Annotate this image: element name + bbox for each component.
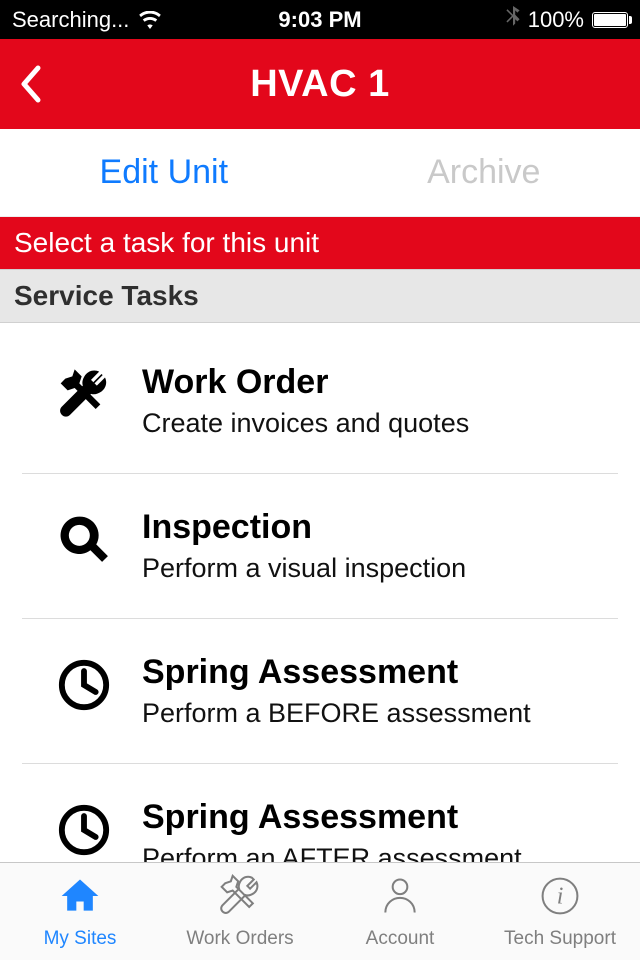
home-icon bbox=[58, 874, 102, 924]
clock-icon bbox=[52, 653, 116, 717]
clock-icon bbox=[52, 798, 116, 862]
task-row-spring-before[interactable]: Spring Assessment Perform a BEFORE asses… bbox=[22, 619, 618, 764]
task-row-work-order[interactable]: Work Order Create invoices and quotes bbox=[22, 323, 618, 474]
task-list: Work Order Create invoices and quotes In… bbox=[0, 323, 640, 862]
tab-label: Tech Support bbox=[504, 928, 616, 950]
tools-icon bbox=[52, 363, 116, 427]
tab-label: Account bbox=[366, 928, 435, 950]
nav-header: HVAC 1 bbox=[0, 39, 640, 129]
task-row-inspection[interactable]: Inspection Perform a visual inspection bbox=[22, 474, 618, 619]
status-time: 9:03 PM bbox=[0, 7, 640, 33]
task-title: Spring Assessment bbox=[142, 798, 596, 837]
task-title: Inspection bbox=[142, 508, 596, 547]
task-subtitle: Create invoices and quotes bbox=[142, 408, 596, 439]
page-title: HVAC 1 bbox=[0, 63, 640, 106]
battery-icon bbox=[592, 12, 628, 28]
task-row-spring-after[interactable]: Spring Assessment Perform an AFTER asses… bbox=[22, 764, 618, 862]
tab-account[interactable]: Account bbox=[320, 863, 480, 960]
tab-label: Work Orders bbox=[186, 928, 293, 950]
info-icon: i bbox=[538, 874, 582, 924]
tab-label: My Sites bbox=[44, 928, 117, 950]
search-icon bbox=[52, 508, 116, 572]
task-subtitle: Perform an AFTER assessment bbox=[142, 843, 596, 862]
tab-my-sites[interactable]: My Sites bbox=[0, 863, 160, 960]
svg-text:i: i bbox=[557, 883, 564, 909]
instruction-banner: Select a task for this unit bbox=[0, 217, 640, 269]
bluetooth-icon bbox=[506, 6, 520, 34]
task-subtitle: Perform a visual inspection bbox=[142, 553, 596, 584]
action-row: Edit Unit Archive bbox=[0, 129, 640, 217]
task-subtitle: Perform a BEFORE assessment bbox=[142, 698, 596, 729]
edit-unit-button[interactable]: Edit Unit bbox=[100, 153, 229, 192]
archive-button[interactable]: Archive bbox=[427, 153, 540, 192]
tools-outline-icon bbox=[218, 874, 262, 924]
tab-tech-support[interactable]: i Tech Support bbox=[480, 863, 640, 960]
tab-work-orders[interactable]: Work Orders bbox=[160, 863, 320, 960]
task-title: Spring Assessment bbox=[142, 653, 596, 692]
tab-bar: My Sites Work Orders Account i Tech Supp… bbox=[0, 862, 640, 960]
person-icon bbox=[378, 874, 422, 924]
task-title: Work Order bbox=[142, 363, 596, 402]
status-bar: Searching... 9:03 PM 100% bbox=[0, 0, 640, 39]
section-header: Service Tasks bbox=[0, 269, 640, 323]
